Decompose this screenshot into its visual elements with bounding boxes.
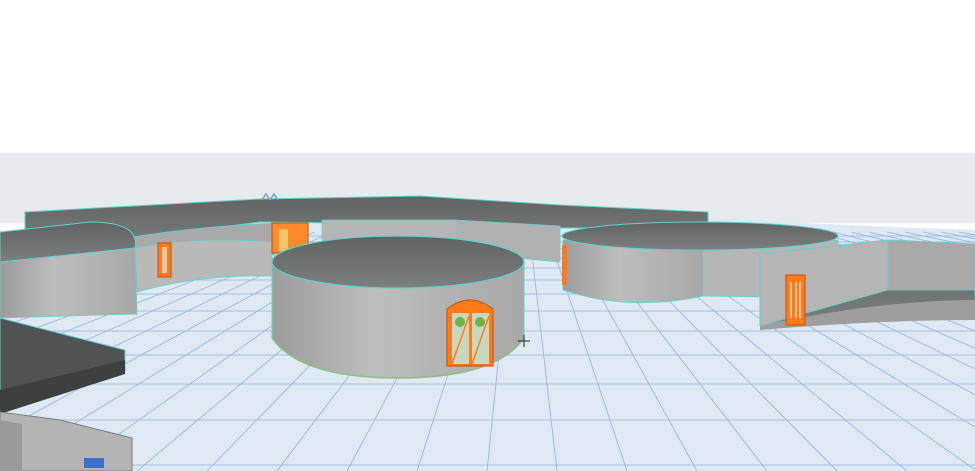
3d-viewport[interactable] <box>0 0 975 471</box>
central-round-building <box>271 235 525 379</box>
door-right-pavilion[interactable] <box>562 245 567 285</box>
window-symbol-icon <box>84 458 104 468</box>
central-entrance-door[interactable] <box>446 299 494 367</box>
right-wing-building <box>759 239 975 330</box>
3d-model-canvas[interactable] <box>0 0 975 471</box>
